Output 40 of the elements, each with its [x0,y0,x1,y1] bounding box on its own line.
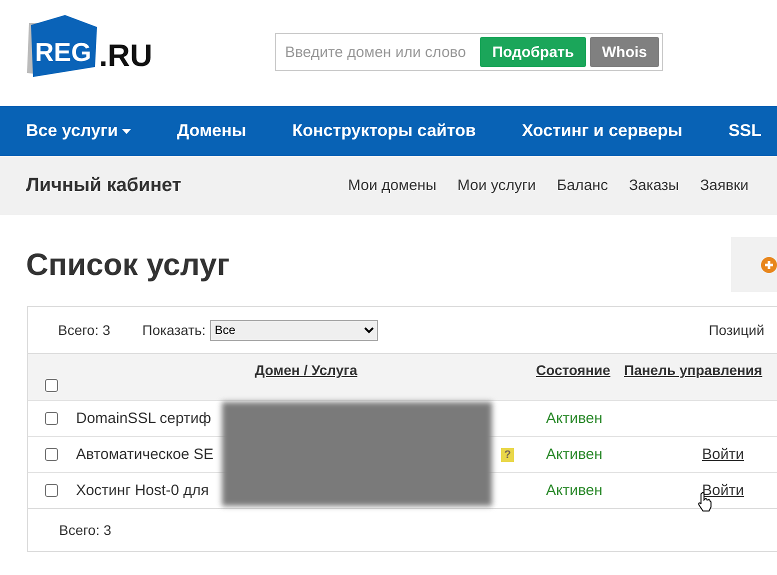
nav-item[interactable]: Домены [176,121,246,141]
help-badge[interactable]: ? [501,448,514,462]
logo-text: REG [35,37,92,68]
status-text: Активен [546,446,604,463]
logo-text: .RU [99,38,152,74]
cabinet-title: Личный кабинет [26,174,182,196]
show-label: Показать: [142,322,206,338]
domain-search-field[interactable]: Введите домен или слово Подобрать Whois [275,33,663,71]
page-title: Список услуг [26,246,230,282]
nav-item[interactable]: Все услуги [26,121,131,141]
service-name: Хостинг Host-0 для [76,482,209,499]
add-button[interactable] [731,237,777,292]
caret-icon [122,128,131,134]
total-count: Всего: 3 [59,522,112,538]
cabinet-link[interactable]: Мои домены [348,177,436,194]
select-all-checkbox[interactable] [45,379,58,392]
show-select[interactable]: Все [210,320,378,340]
column-header[interactable]: Домен / Услуга [76,354,536,400]
login-link[interactable]: Войти [702,482,744,499]
cabinet-link[interactable]: Мои услуги [457,177,536,194]
login-link[interactable]: Войти [702,446,744,463]
row-checkbox[interactable] [45,484,58,497]
nav-item[interactable]: SSL [728,121,762,141]
service-name: Автоматическое SE [76,446,214,463]
service-name: DomainSSL сертиф [76,410,212,427]
row-checkbox[interactable] [45,448,58,461]
nav-item[interactable]: Конструкторы сайтов [292,121,476,141]
plus-icon [761,256,777,272]
status-text: Активен [546,410,604,427]
cabinet-link[interactable]: Заявки [700,177,749,194]
whois-button[interactable]: Whois [590,37,659,67]
column-header[interactable]: Панель управления [624,354,777,400]
positions-label: Позиций [708,322,764,338]
status-text: Активен [546,482,604,499]
cabinet-link[interactable]: Заказы [628,177,680,194]
column-header[interactable]: Состояние [536,354,624,400]
nav-item[interactable]: Хостинг и серверы [522,121,682,141]
total-count: Всего: 3 [58,322,110,338]
row-checkbox[interactable] [45,412,58,425]
cabinet-link[interactable]: Баланс [556,177,608,194]
